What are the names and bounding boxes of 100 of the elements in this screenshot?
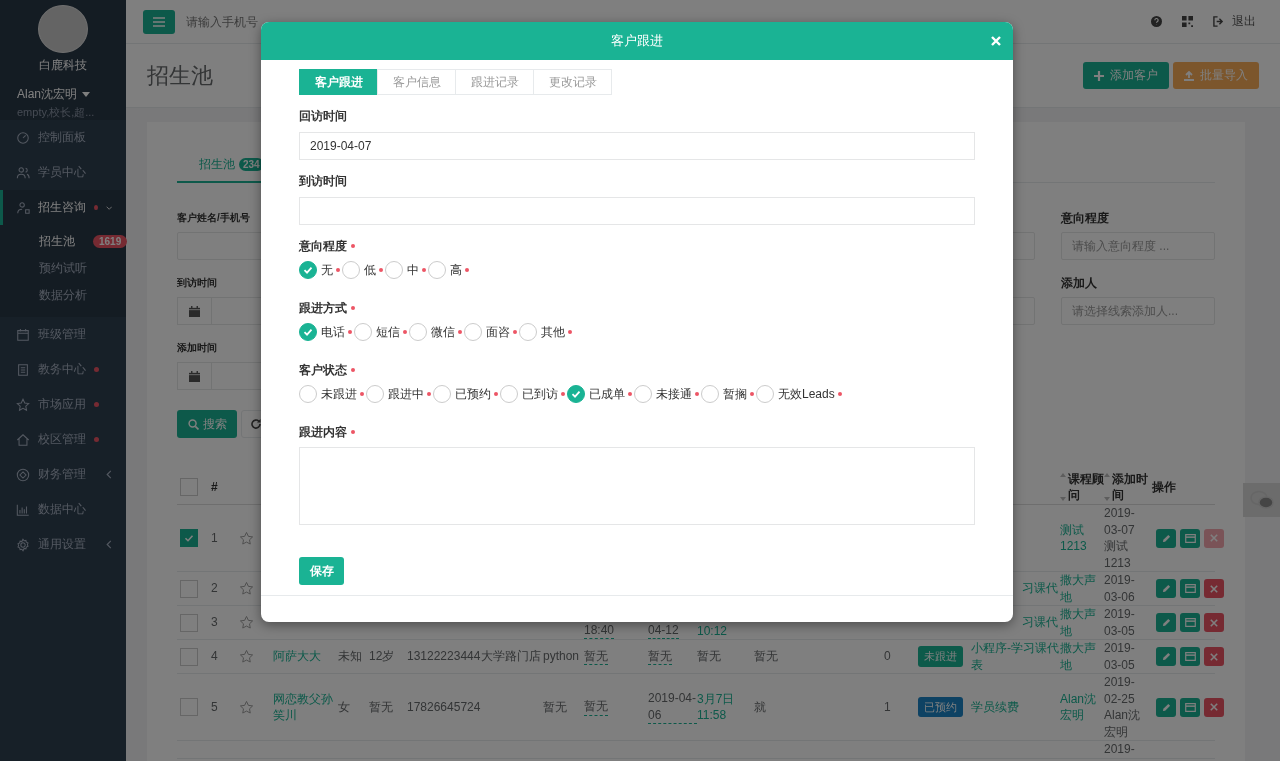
card-button[interactable] — [1180, 579, 1200, 598]
nav-item[interactable]: 教务中心 — [0, 352, 126, 387]
search-button[interactable]: 搜索 — [177, 410, 237, 438]
adviser-link[interactable]: 撒大声地 — [1060, 606, 1104, 639]
table-cell-text: 2019-03-06 — [1104, 572, 1136, 605]
table-cell: 就 — [754, 698, 766, 716]
customer-name-link[interactable]: 阿萨大大 — [273, 648, 321, 665]
close-button[interactable] — [991, 36, 1001, 46]
course-link[interactable]: 学员续费 — [971, 698, 1019, 716]
help-icon[interactable] — [1151, 16, 1162, 27]
submenu-item[interactable]: 数据分析 — [0, 282, 126, 309]
adviser-link[interactable]: 撒大声地 — [1060, 572, 1104, 605]
edit-button[interactable] — [1156, 697, 1176, 717]
dialog-title: 客户跟进 — [611, 32, 663, 50]
checkbox[interactable] — [180, 529, 198, 547]
course-link[interactable]: 小程序-学习课代表 — [971, 640, 1060, 673]
star-icon[interactable] — [239, 649, 254, 664]
editable-cell[interactable]: 暂无 — [648, 647, 672, 666]
qr-code-icon[interactable] — [1182, 16, 1193, 27]
submenu-item[interactable]: 招生池 1619 — [0, 228, 126, 255]
pencil-icon — [1161, 584, 1171, 593]
radio-button[interactable] — [299, 323, 317, 341]
radio-button[interactable] — [299, 261, 317, 279]
card-button[interactable] — [1180, 613, 1200, 632]
edit-button[interactable] — [1156, 579, 1176, 598]
check-icon — [302, 264, 314, 276]
customer-name-link[interactable]: 网恋教父孙笑川 — [273, 690, 338, 724]
adviser-link[interactable]: Alan沈宏明 — [1060, 690, 1104, 724]
save-button[interactable]: 保存 — [299, 557, 344, 585]
x-icon — [1210, 618, 1218, 627]
star-icon[interactable] — [239, 581, 254, 596]
adviser-link[interactable]: 撒大声地 — [1060, 640, 1104, 673]
delete-button[interactable] — [1204, 579, 1224, 598]
column-header[interactable]: 添加时间 — [1104, 470, 1152, 504]
checkbox[interactable] — [180, 478, 198, 496]
field-label: 到访时间 — [299, 172, 347, 190]
calendar-icon — [16, 327, 30, 342]
table-cell: 12岁 — [369, 648, 395, 665]
field-label: 意向程度 — [299, 237, 347, 255]
avatar — [38, 5, 88, 53]
import-button[interactable]: 批量导入 — [1173, 62, 1259, 89]
delete-button[interactable] — [1204, 613, 1224, 632]
column-header[interactable]: 课程顾问 — [1060, 470, 1104, 504]
tab[interactable]: 更改记录 — [533, 69, 612, 95]
delete-button[interactable] — [1204, 647, 1224, 666]
card-icon — [1184, 533, 1196, 543]
tab[interactable]: 跟进记录 — [455, 69, 534, 95]
submenu-item[interactable]: 预约试听 — [0, 255, 126, 282]
text-area[interactable] — [299, 447, 975, 525]
add-button[interactable]: 添加客户 — [1083, 62, 1169, 89]
star-icon[interactable] — [239, 615, 254, 630]
radio-button[interactable] — [567, 385, 585, 403]
checkbox[interactable] — [180, 647, 198, 666]
editable-cell[interactable]: 暂无 — [584, 698, 608, 716]
card-button[interactable] — [1180, 528, 1200, 548]
course-link[interactable]: 习课代 — [1022, 580, 1058, 597]
search-field[interactable]: 请输入手机号 — [186, 14, 262, 29]
editable-cell[interactable]: 暂无 — [584, 647, 608, 666]
table-cell: 暂无 — [697, 648, 721, 665]
chat-float-button[interactable] — [1243, 483, 1280, 517]
count-badge: 1619 — [93, 235, 128, 248]
upload-icon — [1184, 70, 1194, 81]
settings-icon — [16, 537, 30, 552]
close-icon — [991, 36, 1001, 46]
checkbox[interactable] — [180, 613, 198, 632]
menu-button[interactable] — [143, 9, 175, 34]
logout-link[interactable]: 退出 — [1213, 13, 1256, 30]
home-icon — [16, 432, 30, 447]
table-cell: 10:12 — [697, 622, 728, 639]
tab[interactable]: 客户信息 — [377, 69, 456, 95]
radio-label: 已预约 — [455, 385, 491, 403]
card-button[interactable] — [1180, 647, 1200, 666]
delete-button[interactable] — [1204, 697, 1224, 717]
star-icon[interactable] — [239, 699, 254, 715]
table-cell: 暂无 — [543, 698, 567, 716]
edit-button[interactable] — [1156, 613, 1176, 632]
star-icon[interactable] — [239, 530, 254, 546]
course-link[interactable]: 习课代 — [1022, 614, 1058, 631]
tab[interactable]: 客户跟进 — [299, 69, 378, 95]
row-number: 4 — [211, 648, 218, 665]
editable-cell[interactable]: 2019-04-06 — [648, 690, 697, 724]
caret-icon — [82, 92, 91, 97]
nav-item[interactable]: 招生咨询 — [0, 190, 126, 225]
card-button[interactable] — [1180, 697, 1200, 717]
row-number: 1 — [211, 529, 218, 547]
radio-label: 微信 — [431, 323, 455, 341]
adviser-link[interactable]: 测试1213 — [1060, 521, 1104, 555]
checkbox[interactable] — [180, 698, 198, 716]
star-icon — [16, 397, 30, 412]
checkbox[interactable] — [180, 579, 198, 598]
input-field[interactable] — [299, 197, 975, 225]
dashboard-icon — [16, 130, 30, 145]
edit-button[interactable] — [1156, 528, 1176, 548]
filter-label: 客户姓名/手机号 — [177, 211, 251, 225]
radio-label: 未接通 — [656, 385, 692, 403]
field-label: 客户状态 — [299, 361, 347, 379]
input-field[interactable]: 2019-04-07 — [299, 132, 975, 160]
radio-label: 其他 — [541, 323, 565, 341]
user-menu[interactable]: Alan沈宏明 — [17, 86, 91, 103]
edit-button[interactable] — [1156, 647, 1176, 666]
